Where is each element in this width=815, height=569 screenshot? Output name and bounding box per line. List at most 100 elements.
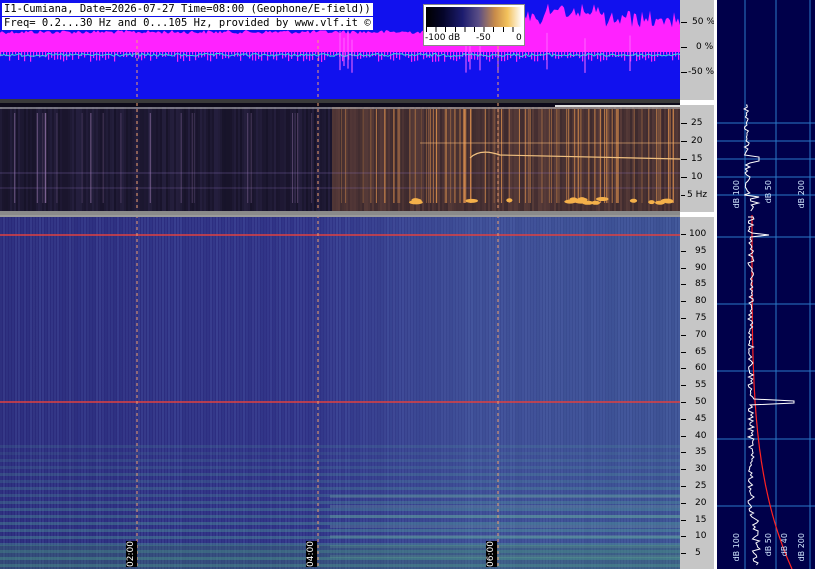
spectrum-edge bbox=[714, 0, 717, 215]
waveform-envelope-lower bbox=[231, 52, 233, 55]
lowspec-column bbox=[122, 107, 124, 211]
lowspec-column bbox=[158, 107, 160, 211]
waveform-envelope-lower bbox=[651, 52, 653, 62]
lowspec-column bbox=[582, 107, 584, 211]
lowspec-column bbox=[34, 107, 36, 211]
lowspec-column bbox=[98, 107, 100, 211]
lowspec-burst bbox=[569, 197, 578, 202]
lowspec-column bbox=[244, 107, 246, 211]
lowspec-column bbox=[198, 107, 200, 211]
lowspec-column bbox=[468, 107, 470, 211]
lowspec-column bbox=[16, 107, 18, 211]
lowspec-column bbox=[22, 107, 24, 211]
waveform-envelope-lower bbox=[573, 52, 575, 57]
scale-tick bbox=[681, 334, 686, 336]
lowspec-column bbox=[92, 107, 94, 211]
lowspec-column bbox=[522, 107, 524, 211]
spectrum-scale-label: dB 100 bbox=[732, 533, 741, 562]
mainspec-band bbox=[330, 495, 680, 498]
mainspec-base bbox=[0, 545, 680, 569]
spectrum-scale-label: dB 50 bbox=[764, 533, 773, 557]
lowspec-column bbox=[186, 107, 188, 211]
lowspec-column bbox=[632, 107, 634, 211]
lowspec-column bbox=[64, 107, 66, 211]
lowspec-column bbox=[570, 107, 572, 211]
lowspec-column bbox=[628, 107, 630, 211]
lowspec-column bbox=[172, 107, 174, 211]
lowspec-column bbox=[478, 107, 480, 211]
waveform-envelope-lower bbox=[504, 52, 506, 62]
lowspec-column bbox=[366, 107, 368, 211]
lowspec-column bbox=[174, 107, 176, 211]
scale-tick bbox=[681, 385, 686, 387]
waveform-envelope-lower bbox=[624, 52, 626, 61]
lowspec-column bbox=[490, 107, 492, 211]
lowspec-column bbox=[562, 107, 564, 211]
waveform-envelope-lower bbox=[441, 52, 443, 55]
waveform-envelope-lower bbox=[432, 52, 434, 62]
lowspec-column bbox=[440, 107, 442, 211]
spectrum-edge bbox=[714, 215, 717, 569]
colorbar-ticks bbox=[426, 27, 522, 32]
waveform-envelope-lower bbox=[111, 52, 113, 55]
waveform-envelope-lower bbox=[99, 52, 101, 61]
lowspec-column bbox=[360, 107, 362, 211]
lowspec-column bbox=[644, 107, 646, 211]
lowspec-column bbox=[514, 107, 516, 211]
lowspec-column bbox=[650, 107, 652, 211]
lowspec-column bbox=[334, 107, 336, 211]
lowspec-column bbox=[276, 107, 278, 211]
mainspec-band bbox=[330, 525, 680, 528]
lowspec-column bbox=[184, 107, 186, 211]
waveform-envelope-lower bbox=[444, 52, 446, 62]
waveform-envelope-lower bbox=[471, 52, 473, 60]
lowspec-column bbox=[474, 107, 476, 211]
lowspec-column bbox=[4, 107, 6, 211]
lowspec-column bbox=[386, 107, 388, 211]
lowspec-column bbox=[152, 107, 154, 211]
spectrum-scale-label: dB 200 bbox=[797, 180, 806, 209]
spectrum-background bbox=[714, 215, 815, 569]
lowspec-column bbox=[546, 107, 548, 211]
waveform-envelope-lower bbox=[600, 52, 602, 62]
lowspec-column bbox=[448, 107, 450, 211]
spectrum-scale-label: dB 100 bbox=[732, 180, 741, 209]
lowspec-column bbox=[18, 107, 20, 211]
mainspec-band bbox=[0, 445, 680, 448]
lowspec-column bbox=[358, 107, 360, 211]
frequency-label: 90 bbox=[695, 262, 707, 273]
waveform-envelope-lower bbox=[663, 52, 665, 55]
lowspec-column bbox=[388, 107, 390, 211]
lowspec-column bbox=[480, 107, 482, 211]
waveform-envelope-lower bbox=[252, 52, 254, 61]
lowspec-column bbox=[220, 107, 222, 211]
lowspec-column bbox=[332, 107, 334, 211]
lowspec-column bbox=[60, 107, 62, 211]
lowspec-column bbox=[488, 107, 490, 211]
lowspec-column bbox=[438, 107, 440, 211]
lowspec-column bbox=[100, 107, 102, 211]
lowspec-column bbox=[372, 107, 374, 211]
lowspec-column bbox=[6, 107, 8, 211]
scale-tick bbox=[681, 159, 687, 160]
waveform-envelope-lower bbox=[72, 52, 74, 60]
lowspec-column bbox=[48, 107, 50, 211]
lowspec-column bbox=[282, 107, 284, 211]
waveform-envelope-lower bbox=[330, 52, 332, 56]
percent-label: -50 % bbox=[688, 67, 715, 77]
waveform-envelope-lower bbox=[90, 52, 92, 62]
lowspec-column bbox=[328, 107, 330, 211]
lowspec-column bbox=[466, 107, 468, 211]
mainspec-band bbox=[0, 480, 680, 483]
waveform-envelope-lower bbox=[540, 52, 542, 56]
scale-tick bbox=[681, 368, 686, 370]
waveform-envelope-lower bbox=[531, 52, 533, 60]
time-label: 04:00 bbox=[306, 541, 317, 567]
mainspec-band bbox=[0, 459, 680, 462]
scale-tick bbox=[681, 318, 686, 319]
lowspec-burst bbox=[591, 200, 601, 205]
lowspec-column bbox=[118, 107, 120, 211]
lowspec-column bbox=[356, 107, 358, 211]
scale-tick bbox=[681, 267, 686, 269]
lowspec-column bbox=[482, 107, 484, 211]
